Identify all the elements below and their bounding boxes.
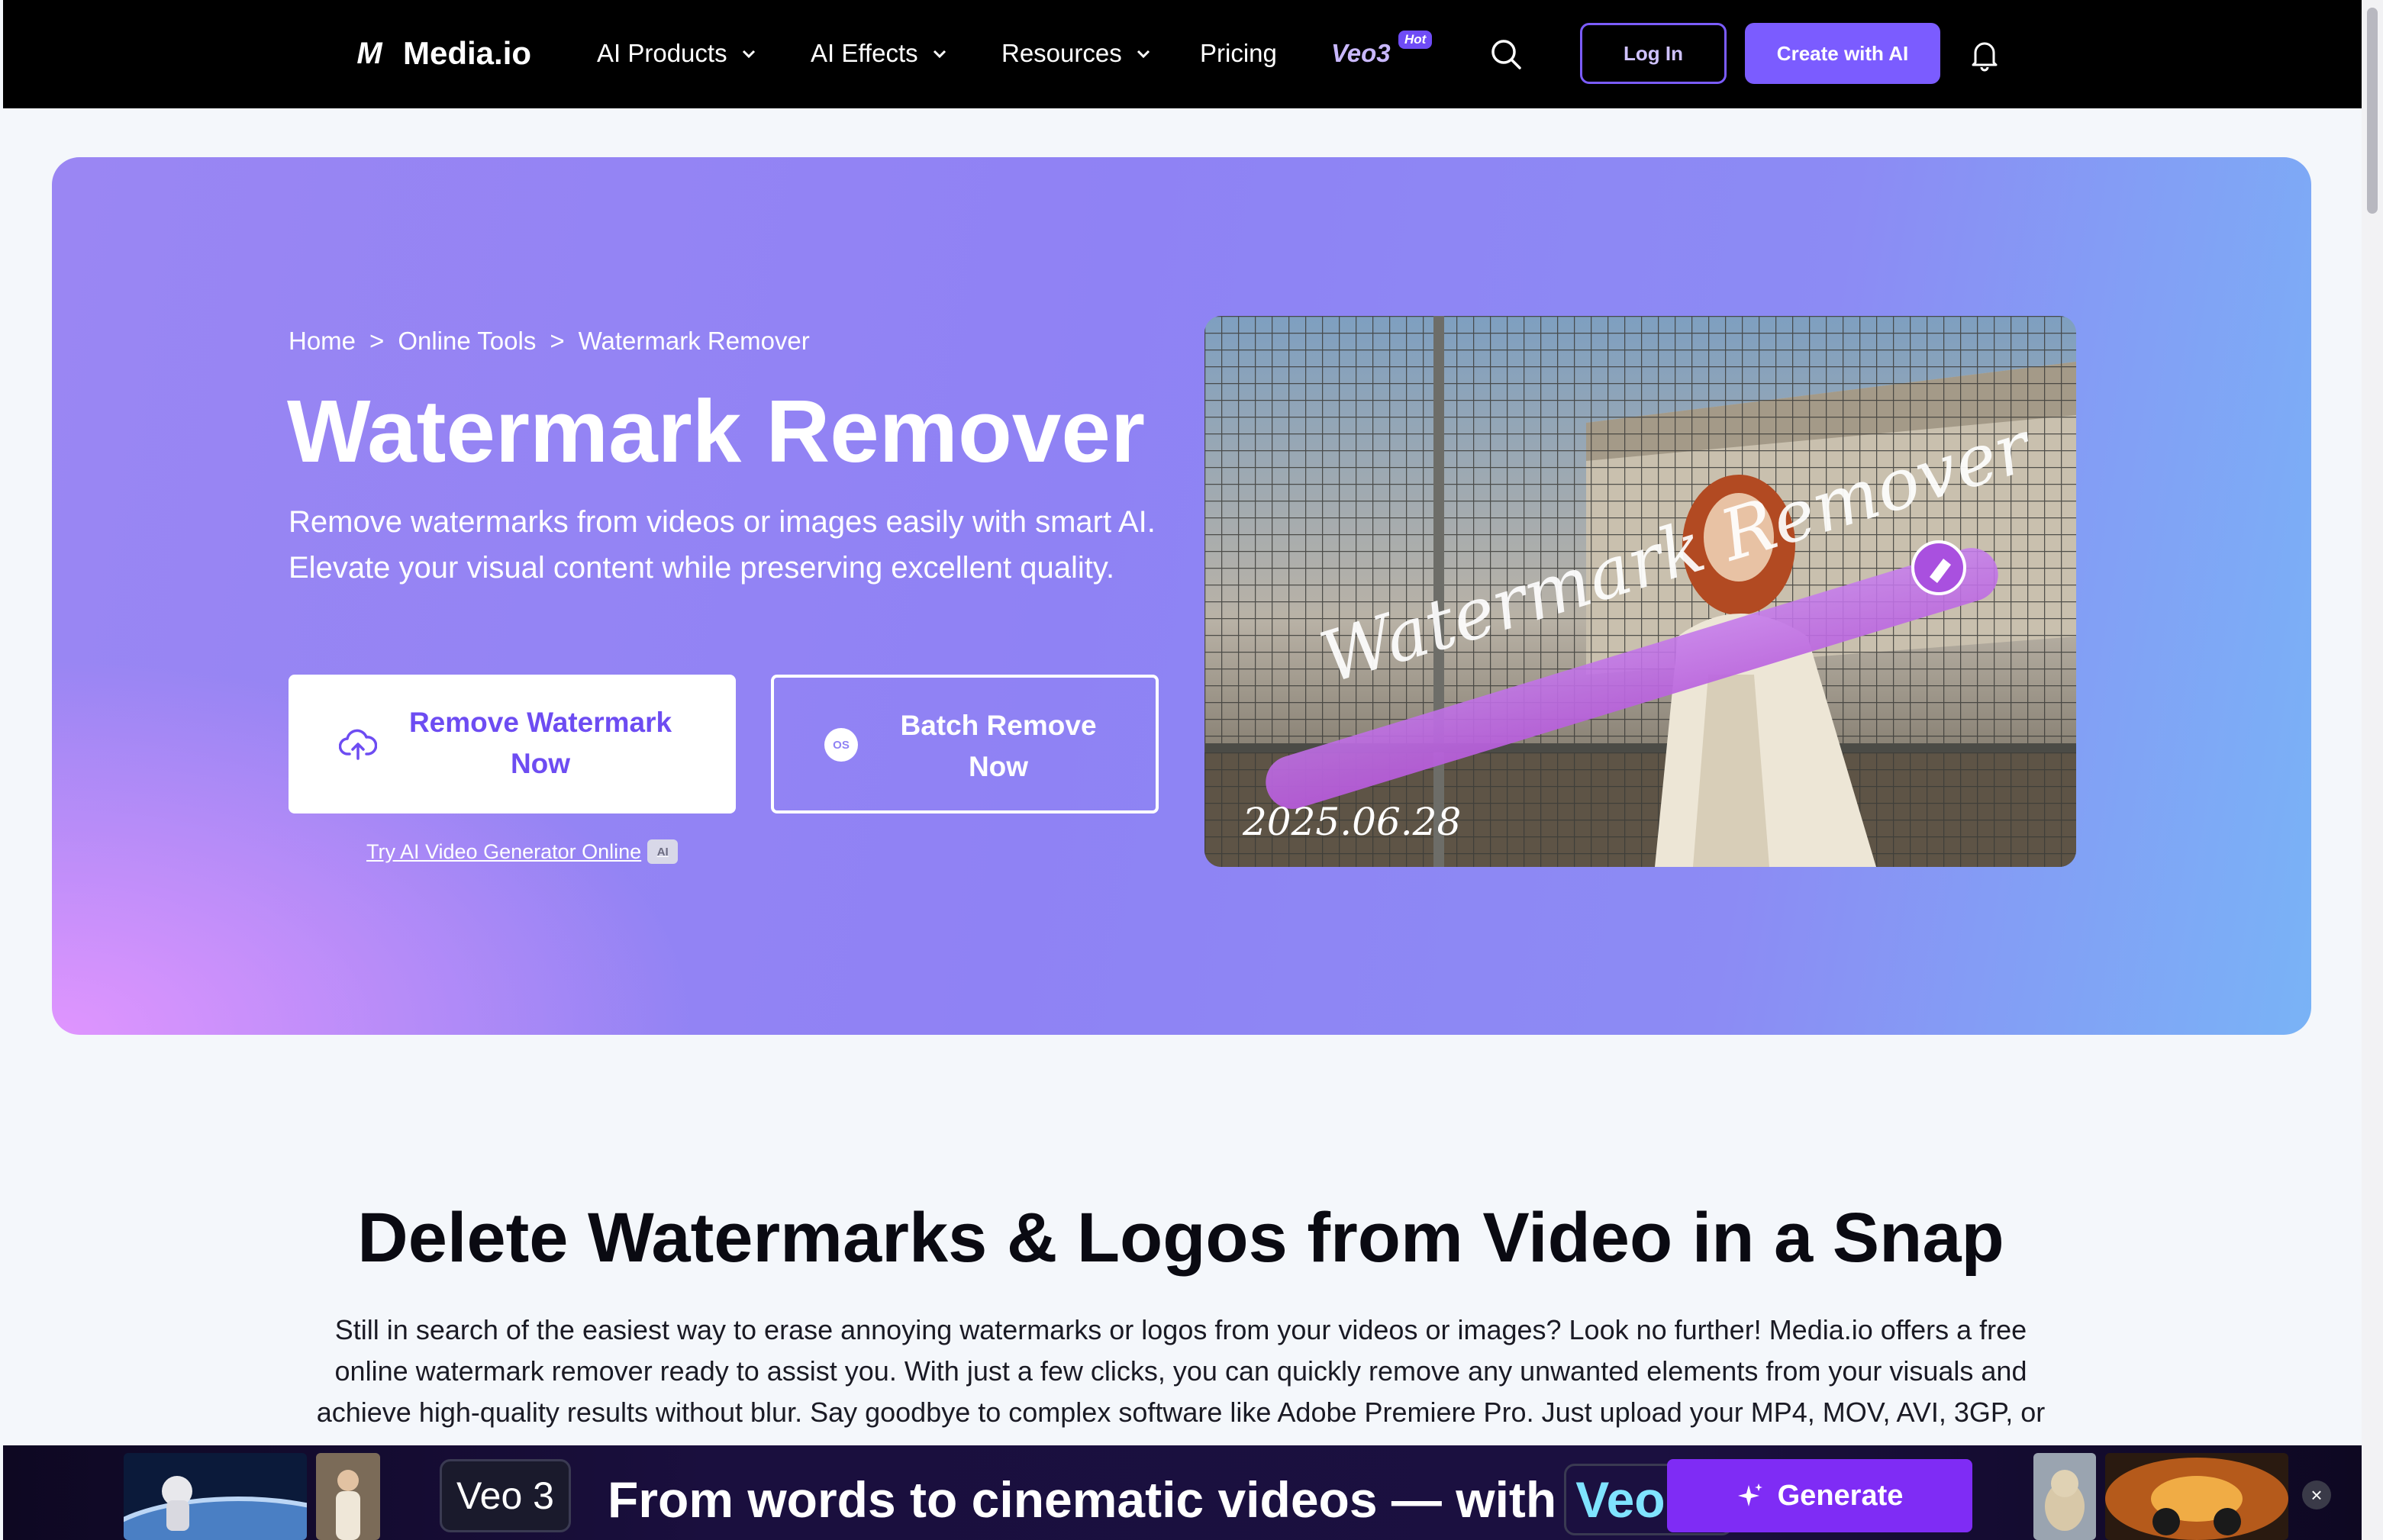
remove-watermark-now-label: Remove Watermark Now	[408, 707, 672, 779]
create-with-ai-button[interactable]: Create with AI	[1745, 23, 1940, 84]
promo-thumbnail-astronaut	[124, 1453, 307, 1540]
nav-pricing-label: Pricing	[1200, 39, 1277, 67]
hot-badge: Hot	[1398, 31, 1433, 49]
nav-veo3[interactable]: Veo3	[1331, 34, 1391, 73]
nav-pricing[interactable]: Pricing	[1200, 34, 1277, 73]
person-image	[316, 1453, 380, 1540]
breadcrumb-current: Watermark Remover	[578, 327, 810, 355]
media-io-logo-icon: M	[356, 36, 382, 70]
page-scrollbar[interactable]	[2362, 0, 2383, 1540]
nav-ai-products-label: AI Products	[597, 39, 727, 67]
hero-description: Remove watermarks from videos or images …	[289, 505, 1156, 585]
close-icon[interactable]: ×	[2302, 1480, 2331, 1509]
chevron-down-icon	[742, 50, 755, 59]
breadcrumb-home[interactable]: Home	[289, 327, 356, 356]
try-ai-video-generator-label: Try AI Video Generator Online	[366, 839, 642, 863]
page-title: Watermark Remover	[287, 382, 1145, 481]
nav-resources[interactable]: Resources	[1001, 34, 1153, 73]
breadcrumb-separator: >	[550, 327, 565, 355]
login-button[interactable]: Log In	[1580, 23, 1727, 84]
astronaut-image	[124, 1453, 307, 1540]
ai-badge-icon: AI	[647, 839, 679, 864]
nav-ai-products[interactable]: AI Products	[597, 34, 758, 73]
generate-label: Generate	[1777, 1479, 1904, 1512]
hero-banner: Home > Online Tools > Watermark Remover …	[52, 157, 2311, 1035]
cat-image	[2033, 1453, 2096, 1540]
chevron-down-icon	[933, 50, 946, 59]
breadcrumb-online-tools[interactable]: Online Tools	[398, 327, 536, 356]
breadcrumb: Home > Online Tools > Watermark Remover	[289, 327, 810, 356]
promo-thumbnail-motorbike	[2105, 1453, 2288, 1540]
chevron-down-icon	[1137, 50, 1150, 59]
cloud-upload-icon	[339, 729, 377, 760]
try-ai-video-generator-link[interactable]: Try AI Video Generator Online AI	[366, 839, 679, 864]
section-body-text: Still in search of the easiest way to er…	[316, 1314, 2046, 1428]
bell-icon[interactable]	[1969, 38, 2000, 72]
motorbike-image	[2105, 1453, 2288, 1540]
os-icon: OS	[824, 728, 858, 762]
veo3-badge: Veo 3	[440, 1459, 571, 1532]
nav-ai-effects-label: AI Effects	[811, 39, 918, 67]
scrollbar-thumb[interactable]	[2367, 8, 2378, 214]
search-icon[interactable]	[1490, 38, 1522, 70]
nav-veo3-label: Veo3	[1331, 39, 1391, 67]
nav-resources-label: Resources	[1001, 39, 1122, 67]
nav-ai-effects[interactable]: AI Effects	[811, 34, 949, 73]
hero-preview-image: Watermark Remover 2025.06.28	[1204, 316, 2076, 867]
promo-headline: From words to cinematic videos — with Ve…	[608, 1464, 1733, 1535]
remove-watermark-now-button[interactable]: Remove Watermark Now	[289, 675, 736, 813]
promo-headline-text: From words to cinematic videos — with	[608, 1471, 1557, 1528]
veo3-promo-banner: Veo 3 From words to cinematic videos — w…	[3, 1445, 2362, 1540]
top-navigation: M Media.io AI Products AI Effects Resour…	[3, 0, 2362, 108]
generate-button[interactable]: Generate	[1667, 1459, 1972, 1532]
breadcrumb-separator: >	[369, 327, 385, 355]
photo-date-stamp: 2025.06.28	[1243, 800, 1462, 844]
batch-remove-now-button[interactable]: OS Batch Remove Now	[771, 675, 1159, 813]
section-heading: Delete Watermarks & Logos from Video in …	[357, 1199, 2004, 1277]
sparkle-icon	[1737, 1484, 1762, 1506]
brand-name: Media.io	[403, 35, 532, 71]
promo-thumbnail-person	[316, 1453, 380, 1540]
brand-logo-link[interactable]: M Media.io	[348, 34, 531, 73]
promo-thumbnail-cat	[2033, 1453, 2096, 1540]
batch-remove-now-label: Batch Remove Now	[900, 710, 1097, 782]
